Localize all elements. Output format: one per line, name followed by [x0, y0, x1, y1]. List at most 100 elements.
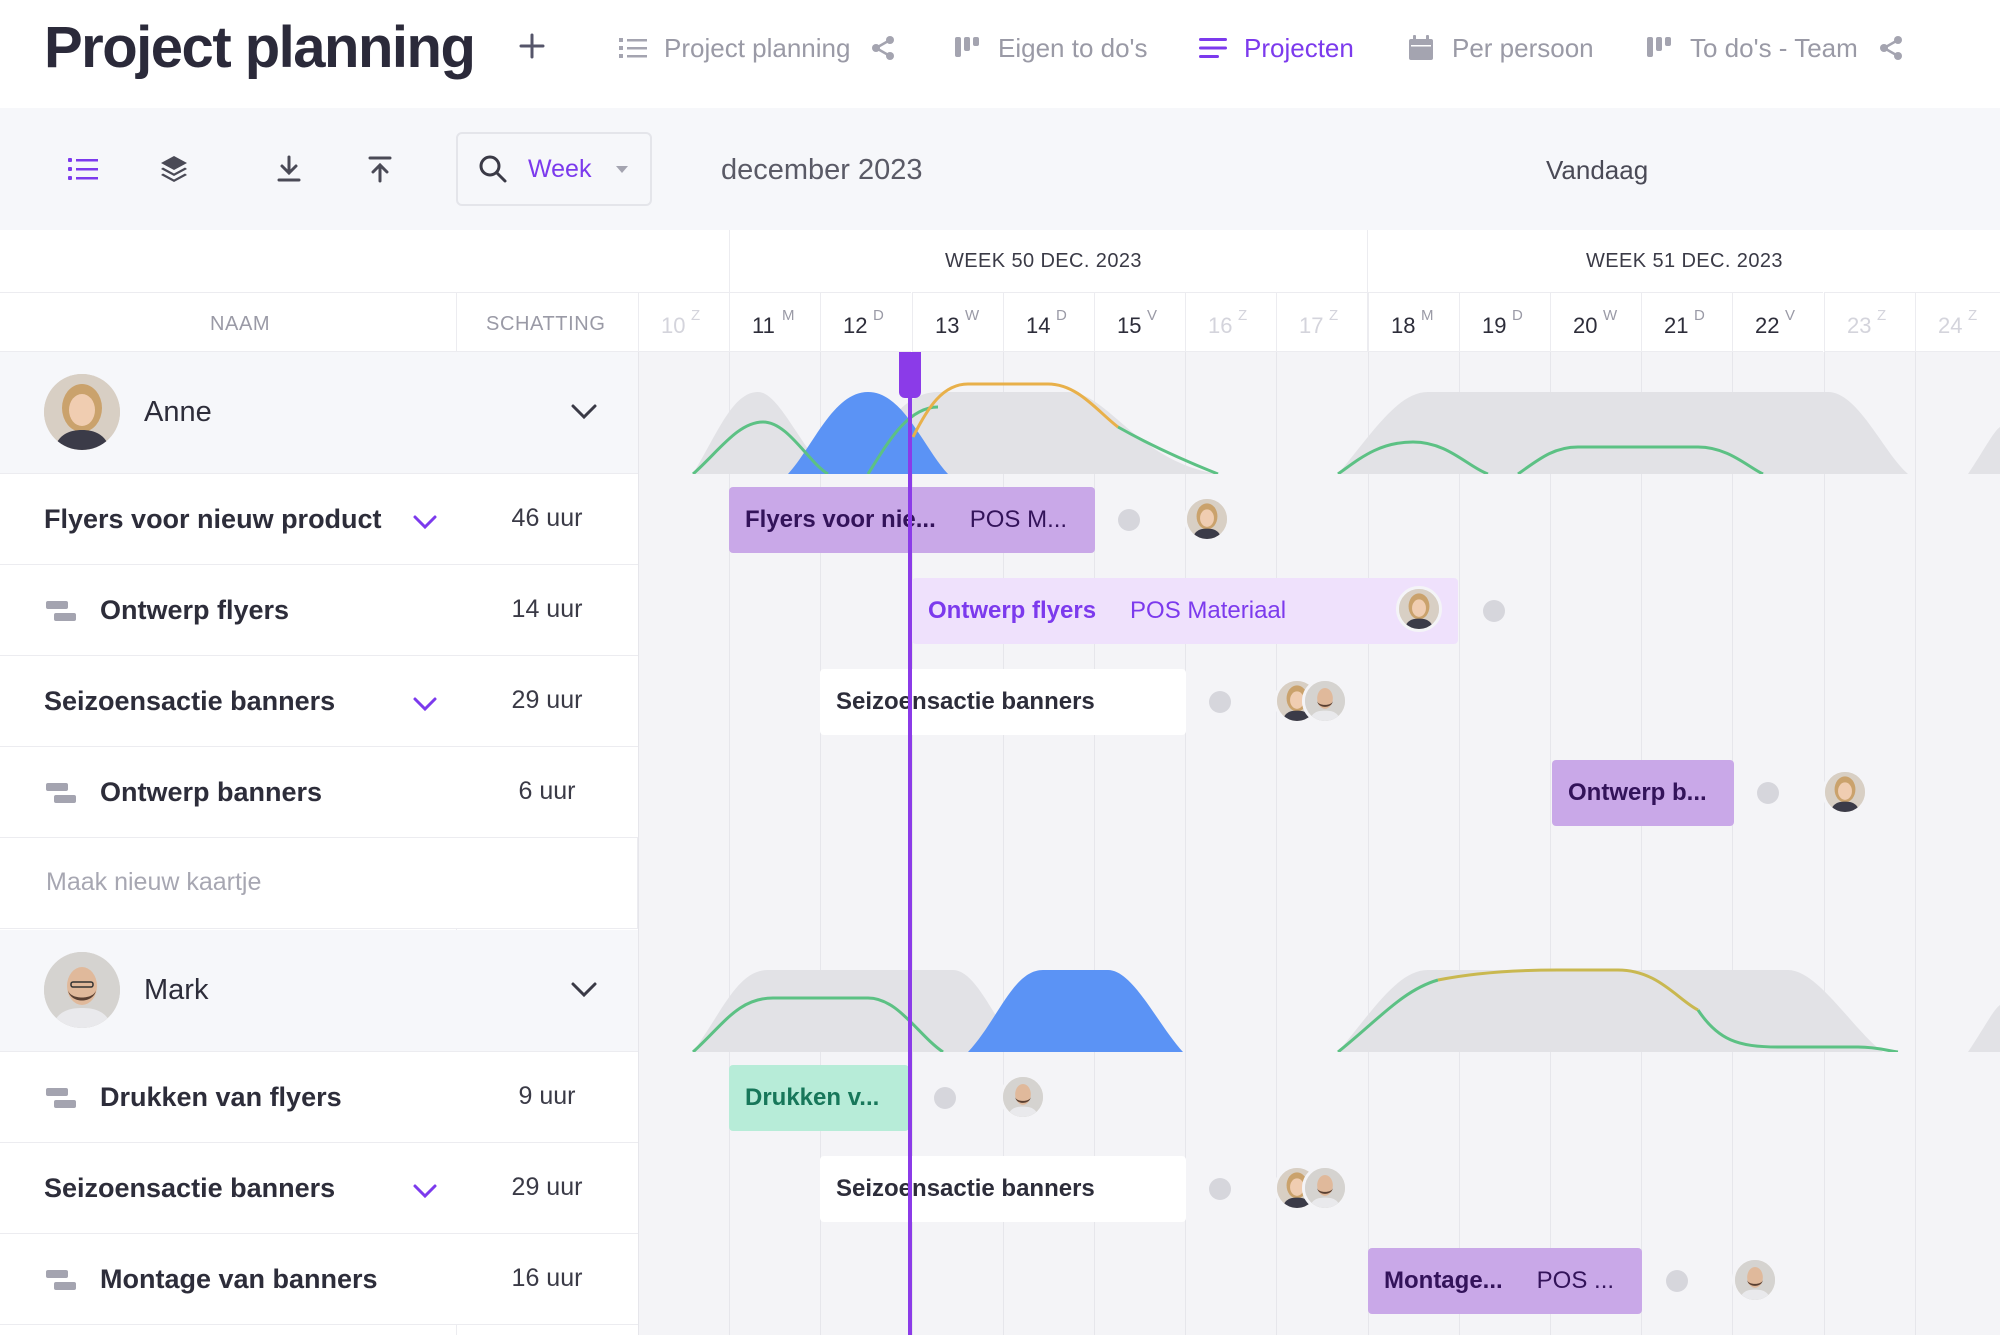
task-bar[interactable]: Montage... POS ...: [1368, 1248, 1642, 1314]
task-bar-project: POS ...: [1536, 1267, 1615, 1294]
nav-tab-project-planning[interactable]: Project planning: [618, 28, 896, 68]
task-name: Seizoensactie banners: [44, 686, 336, 716]
new-card-row[interactable]: Maak nieuw kaartje: [0, 838, 638, 929]
day-number: 18: [1391, 313, 1416, 338]
grid-column-line: [1641, 352, 1642, 1335]
subtask-icon: [46, 1270, 76, 1290]
task-list-panel: NAAM SCHATTING Anne Flyers voor nieuw pr…: [0, 230, 638, 1335]
day-cell: 15 V: [1094, 292, 1185, 352]
share-icon[interactable]: [870, 35, 896, 61]
chevron-down-icon[interactable]: [412, 514, 438, 530]
upload-icon: [368, 156, 392, 183]
task-bar-title: Drukken v...: [745, 1084, 880, 1111]
period-select-value: Week: [528, 154, 592, 183]
column-header-estimate[interactable]: SCHATTING: [486, 313, 605, 336]
nav-tab-label: Projecten: [1244, 32, 1354, 63]
list-view-button[interactable]: [66, 152, 100, 186]
task-row[interactable]: Ontwerp flyers 14 uur: [0, 565, 638, 656]
day-cell: 12 D: [820, 292, 911, 352]
day-letter: V: [1785, 307, 1796, 324]
assignee-avatar[interactable]: [1302, 678, 1348, 724]
chevron-down-icon[interactable]: [570, 402, 598, 422]
task-bar[interactable]: Drukken v...: [729, 1065, 909, 1131]
status-dot[interactable]: [934, 1087, 956, 1109]
day-number: 13: [935, 313, 960, 338]
board-icon: [952, 33, 982, 63]
day-cell: 20 W: [1550, 292, 1641, 352]
status-dot[interactable]: [1757, 782, 1779, 804]
task-estimate: 46 uur: [511, 504, 583, 532]
chevron-down-icon[interactable]: [412, 696, 438, 712]
status-dot[interactable]: [1209, 691, 1231, 713]
task-bar[interactable]: Seizoensactie banners: [820, 1156, 1186, 1222]
assignee-avatar[interactable]: [1302, 1165, 1348, 1211]
task-name: Seizoensactie banners: [44, 1173, 336, 1203]
day-letter: D: [1056, 307, 1067, 324]
status-dot[interactable]: [1483, 600, 1505, 622]
task-row[interactable]: Montage van banners 16 uur: [0, 1234, 638, 1325]
day-number: 12: [843, 313, 868, 338]
assignee-avatar[interactable]: [1396, 586, 1442, 632]
person-name: Mark: [144, 974, 209, 1006]
day-cell: 13 W: [912, 292, 1003, 352]
layers-button[interactable]: [157, 152, 191, 186]
task-row[interactable]: Seizoensactie banners 29 uur: [0, 656, 638, 747]
person-row-anne[interactable]: Anne: [0, 352, 638, 474]
subtask-icon: [46, 1088, 76, 1108]
top-bar: Project planning Project planning Eigen …: [0, 0, 2000, 108]
new-card-link[interactable]: Maak nieuw kaartje: [46, 868, 261, 897]
day-number: 24: [1938, 313, 1963, 338]
status-dot[interactable]: [1118, 509, 1140, 531]
expand-all-button[interactable]: [272, 152, 306, 186]
assignee-avatar[interactable]: [1822, 769, 1868, 815]
period-select[interactable]: Week: [456, 132, 652, 206]
day-number: 14: [1026, 313, 1051, 338]
plus-icon: [519, 33, 545, 59]
day-cell: 24 Z: [1915, 292, 2000, 352]
column-header-name[interactable]: NAAM: [210, 313, 270, 336]
nav-tab-todos-team[interactable]: To do's - Team: [1644, 28, 1904, 68]
task-bar-title: Montage...: [1384, 1267, 1503, 1294]
share-icon[interactable]: [1878, 35, 1904, 61]
capacity-area: [1968, 1005, 2000, 1052]
assignee-avatar[interactable]: [1184, 496, 1230, 542]
day-letter: D: [873, 307, 884, 324]
assignee-avatar[interactable]: [1000, 1074, 1046, 1120]
today-marker-handle[interactable]: [899, 352, 921, 398]
grid-column-line: [1824, 352, 1825, 1335]
day-cell: 17 Z: [1276, 292, 1367, 352]
nav-tab-eigen-todos[interactable]: Eigen to do's: [952, 28, 1148, 68]
grid-column-line: [1915, 352, 1916, 1335]
today-button[interactable]: Vandaag: [1546, 155, 1648, 186]
capacity-blue: [968, 970, 1183, 1052]
day-cell: 14 D: [1003, 292, 1094, 352]
week-label: WEEK 50 DEC. 2023: [945, 250, 1142, 272]
day-number: 10: [661, 313, 686, 338]
task-bar[interactable]: Ontwerp b...: [1552, 760, 1734, 826]
timeline-panel[interactable]: WEEK 50 DEC. 2023 WEEK 51 DEC. 2023 10 Z 1…: [638, 230, 2000, 1335]
task-row[interactable]: Seizoensactie banners 29 uur: [0, 1143, 638, 1234]
chevron-down-icon[interactable]: [570, 980, 598, 1000]
board-icon: [1644, 33, 1674, 63]
status-dot[interactable]: [1209, 1178, 1231, 1200]
task-estimate: 6 uur: [518, 777, 576, 805]
capacity-area: [1338, 392, 1908, 474]
person-row-mark[interactable]: Mark: [0, 930, 638, 1052]
task-bar[interactable]: Seizoensactie banners: [820, 669, 1186, 735]
task-row[interactable]: Flyers voor nieuw product 46 uur: [0, 474, 638, 565]
add-view-button[interactable]: [512, 26, 552, 66]
nav-tab-per-persoon[interactable]: Per persoon: [1406, 28, 1594, 68]
task-name: Drukken van flyers: [100, 1082, 342, 1112]
task-bar[interactable]: Ontwerp flyers POS Materiaal: [912, 578, 1458, 644]
nav-tab-label: Project planning: [664, 32, 851, 63]
task-row[interactable]: Ontwerp banners 6 uur: [0, 747, 638, 838]
capacity-area: [1338, 970, 1883, 1052]
collapse-all-button[interactable]: [363, 152, 397, 186]
task-bar[interactable]: Flyers voor nie... POS M...: [729, 487, 1095, 553]
nav-tab-projecten[interactable]: Projecten: [1198, 28, 1354, 68]
task-row[interactable]: Drukken van flyers 9 uur: [0, 1052, 638, 1143]
chevron-down-icon[interactable]: [412, 1183, 438, 1199]
grid-column-line: [1550, 352, 1551, 1335]
status-dot[interactable]: [1666, 1270, 1688, 1292]
assignee-avatar[interactable]: [1732, 1257, 1778, 1303]
